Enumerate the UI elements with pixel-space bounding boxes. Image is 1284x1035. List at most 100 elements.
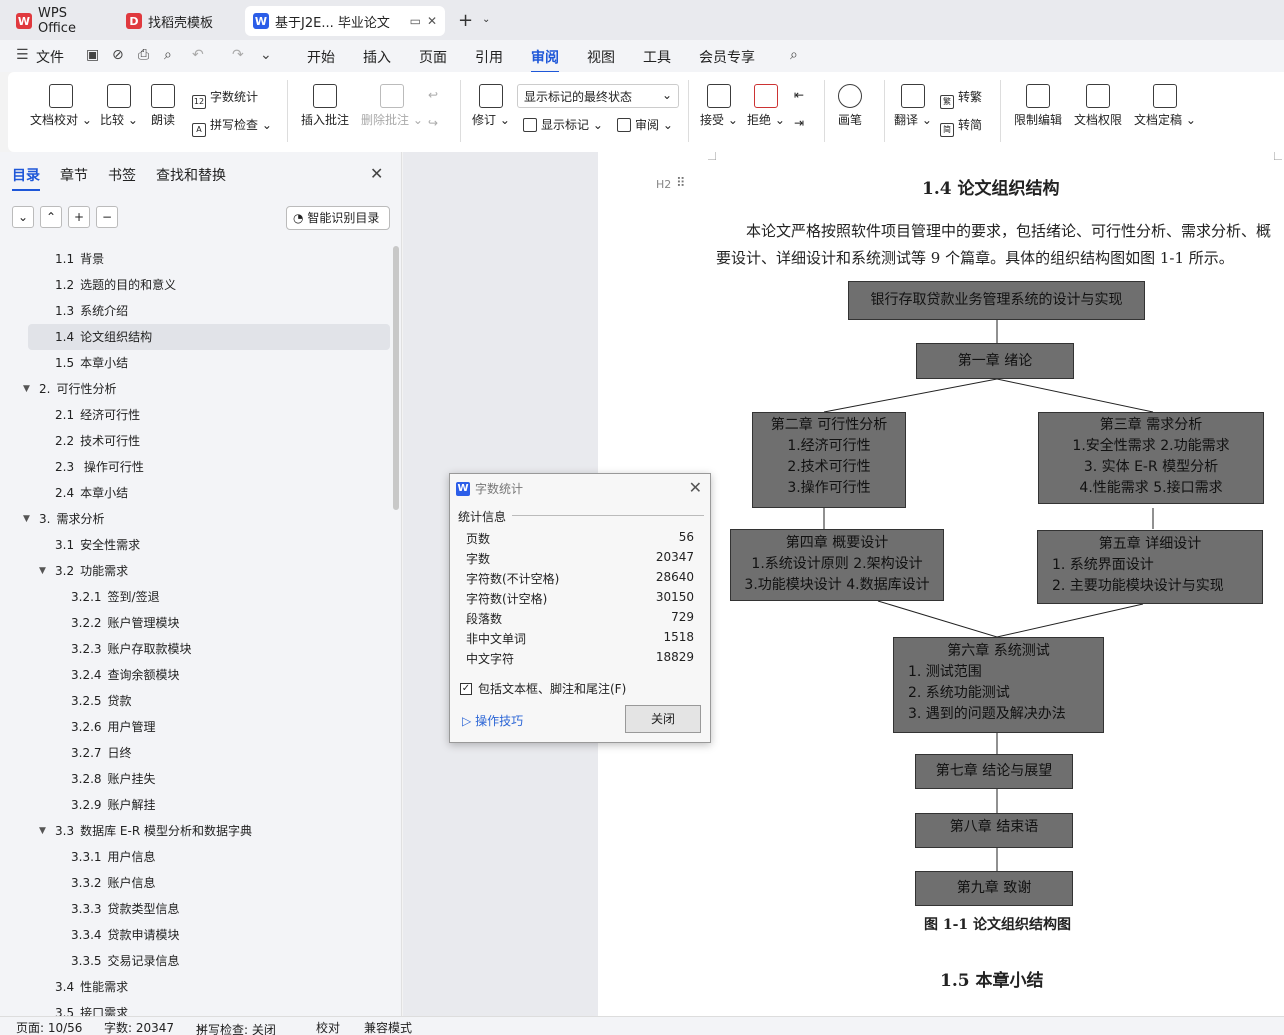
toc-item[interactable]: ▼ 3. 需求分析 <box>0 506 392 532</box>
toc-item[interactable]: 2.3 操作可行性 <box>0 454 392 480</box>
expand-caret-icon[interactable]: ▼ <box>23 376 30 402</box>
save-icon[interactable]: ▣ <box>86 47 99 63</box>
toc-item[interactable]: 3.2.9 账户解挂 <box>0 792 392 818</box>
toc-item[interactable]: 1.1 背景 <box>0 246 392 272</box>
proof-indicator[interactable]: 校对 <box>316 1019 340 1035</box>
plus-icon[interactable]: + <box>68 206 90 228</box>
menu-home[interactable]: 开始 <box>307 47 335 67</box>
close-button[interactable]: 关闭 <box>625 705 701 733</box>
tab-docer-templates[interactable]: D 找稻壳模板 <box>118 6 240 36</box>
reject-button[interactable]: 拒绝 ⌄ <box>747 84 785 128</box>
toc-scrollbar[interactable] <box>393 246 399 510</box>
toc-item[interactable]: ▼ 2. 可行性分析 <box>0 376 392 402</box>
toc-item[interactable]: 3.1 安全性需求 <box>0 532 392 558</box>
menu-tools[interactable]: 工具 <box>643 47 671 67</box>
doc-permission-button[interactable]: 文档权限 <box>1074 84 1122 128</box>
expand-caret-icon[interactable]: ▼ <box>39 558 46 584</box>
menu-insert[interactable]: 插入 <box>363 47 391 67</box>
translate-button[interactable]: 翻译 ⌄ <box>894 84 932 128</box>
chevron-down-icon[interactable]: ⌄ <box>482 14 490 25</box>
toc-item[interactable]: ▼ 3.2 功能需求 <box>0 558 392 584</box>
toc-item[interactable]: 3.2.6 用户管理 <box>0 714 392 740</box>
search-icon[interactable]: ⌕ <box>790 47 798 63</box>
menu-page[interactable]: 页面 <box>419 47 447 67</box>
close-icon[interactable]: ✕ <box>689 478 702 497</box>
toc-item[interactable]: 3.2.2 账户管理模块 <box>0 610 392 636</box>
read-aloud-button[interactable]: 朗读 <box>151 84 175 128</box>
to-simplified-button[interactable]: 简转简 <box>940 116 982 137</box>
toc-item[interactable]: 1.2 选题的目的和意义 <box>0 272 392 298</box>
review-pane-button[interactable]: 审阅 ⌄ <box>617 116 673 133</box>
tab-document[interactable]: W 基于J2E... 毕业论文 ▭ ✕ <box>245 6 445 36</box>
new-tab-icon[interactable]: + <box>458 10 473 31</box>
toc-item[interactable]: 3.4 性能需求 <box>0 974 392 1000</box>
chevron-up-icon[interactable]: ⌃ <box>40 206 62 228</box>
toc-item[interactable]: 2.1 经济可行性 <box>0 402 392 428</box>
redo-icon[interactable]: ↷ <box>232 47 244 63</box>
tips-link[interactable]: ▷ 操作技巧 <box>462 712 523 729</box>
tab-window-icon[interactable]: ▭ <box>410 14 421 28</box>
menu-member[interactable]: 会员专享 <box>699 47 755 67</box>
menu-review[interactable]: 审阅 <box>531 47 559 73</box>
minus-icon[interactable]: − <box>96 206 118 228</box>
prev-change-icon[interactable]: ⇤ <box>794 88 804 102</box>
compare-button[interactable]: 比较 ⌄ <box>100 84 138 128</box>
toc-item[interactable]: 3.2.8 账户挂失 <box>0 766 392 792</box>
tab-find-replace[interactable]: 查找和替换 <box>156 165 226 185</box>
toc-item[interactable]: 3.2.3 账户存取款模块 <box>0 636 392 662</box>
prev-comment-icon[interactable]: ↩ <box>428 88 438 102</box>
print-icon[interactable]: ⎙ <box>138 47 149 63</box>
chevron-down-icon[interactable]: ⌄ <box>12 206 34 228</box>
toc-item[interactable]: 3.3.1 用户信息 <box>0 844 392 870</box>
toc-item[interactable]: 1.3 系统介绍 <box>0 298 392 324</box>
show-markup-button[interactable]: 显示标记 ⌄ <box>523 116 603 133</box>
toc-item[interactable]: 1.5 本章小结 <box>0 350 392 376</box>
word-count-indicator[interactable]: 字数: 20347 <box>104 1019 174 1035</box>
toc-item[interactable]: ▼ 3.3 数据库 E-R 模型分析和数据字典 <box>0 818 392 844</box>
spell-check-button[interactable]: A 拼写检查 ⌄ <box>192 116 272 137</box>
toc-item[interactable]: 3.3.2 账户信息 <box>0 870 392 896</box>
toc-item[interactable]: 3.3.4 贷款申请模块 <box>0 922 392 948</box>
menu-references[interactable]: 引用 <box>475 47 503 67</box>
include-textbox-checkbox[interactable]: ✓ 包括文本框、脚注和尾注(F) <box>460 680 626 697</box>
tab-wps-office[interactable]: W WPS Office <box>8 6 114 36</box>
toc-item[interactable]: 2.2 技术可行性 <box>0 428 392 454</box>
hamburger-icon[interactable]: ☰ <box>16 47 29 63</box>
markup-state-select[interactable]: 显示标记的最终状态 ⌄ <box>517 84 679 108</box>
next-change-icon[interactable]: ⇥ <box>794 116 804 130</box>
tab-bookmarks[interactable]: 书签 <box>108 165 136 185</box>
toc-item[interactable]: 3.2.1 签到/签退 <box>0 584 392 610</box>
to-traditional-button[interactable]: 繁转繁 <box>940 88 982 109</box>
toc-item[interactable]: 3.2.4 查询余额模块 <box>0 662 392 688</box>
spell-check-indicator[interactable]: 拼写检查: 关闭 ⌄ <box>196 1019 276 1035</box>
pen-button[interactable]: 画笔 <box>838 84 862 128</box>
restrict-edit-button[interactable]: 限制编辑 <box>1014 84 1062 128</box>
toc-item[interactable]: 2.4 本章小结 <box>0 480 392 506</box>
word-count-button[interactable]: 12 字数统计 <box>192 88 258 109</box>
menu-view[interactable]: 视图 <box>587 47 615 67</box>
close-icon[interactable]: ✕ <box>370 164 383 183</box>
page-indicator[interactable]: 页面: 10/56 <box>16 1019 82 1035</box>
toc-item[interactable]: 3.2.5 贷款 <box>0 688 392 714</box>
toc-item[interactable]: 3.3.5 交易记录信息 <box>0 948 392 974</box>
tab-sections[interactable]: 章节 <box>60 165 88 185</box>
expand-caret-icon[interactable]: ▼ <box>23 506 30 532</box>
toc-item[interactable]: 3.3.3 贷款类型信息 <box>0 896 392 922</box>
next-comment-icon[interactable]: ↪ <box>428 116 438 130</box>
toc-item[interactable]: 3.2.7 日终 <box>0 740 392 766</box>
chevron-down-icon[interactable]: ⌄ <box>260 47 272 63</box>
accept-button[interactable]: 接受 ⌄ <box>700 84 738 128</box>
share-icon[interactable]: ⊘ <box>112 47 124 63</box>
toc-item[interactable]: 1.4 论文组织结构 <box>28 324 390 350</box>
doc-finalize-button[interactable]: 文档定稿 ⌄ <box>1134 84 1196 128</box>
insert-comment-button[interactable]: 插入批注 <box>301 84 349 128</box>
revise-button[interactable]: 修订 ⌄ <box>472 84 510 128</box>
print-preview-icon[interactable]: ⌕ <box>164 47 172 63</box>
smart-toc-button[interactable]: ◔ 智能识别目录 <box>286 206 390 230</box>
undo-icon[interactable]: ↶ <box>192 47 204 63</box>
tab-toc[interactable]: 目录 <box>12 165 40 191</box>
delete-comment-button[interactable]: 删除批注 ⌄ <box>361 84 423 128</box>
doc-check-button[interactable]: 文档校对 ⌄ <box>30 84 92 128</box>
expand-caret-icon[interactable]: ▼ <box>39 818 46 844</box>
menu-file[interactable]: 文件 <box>36 47 64 67</box>
